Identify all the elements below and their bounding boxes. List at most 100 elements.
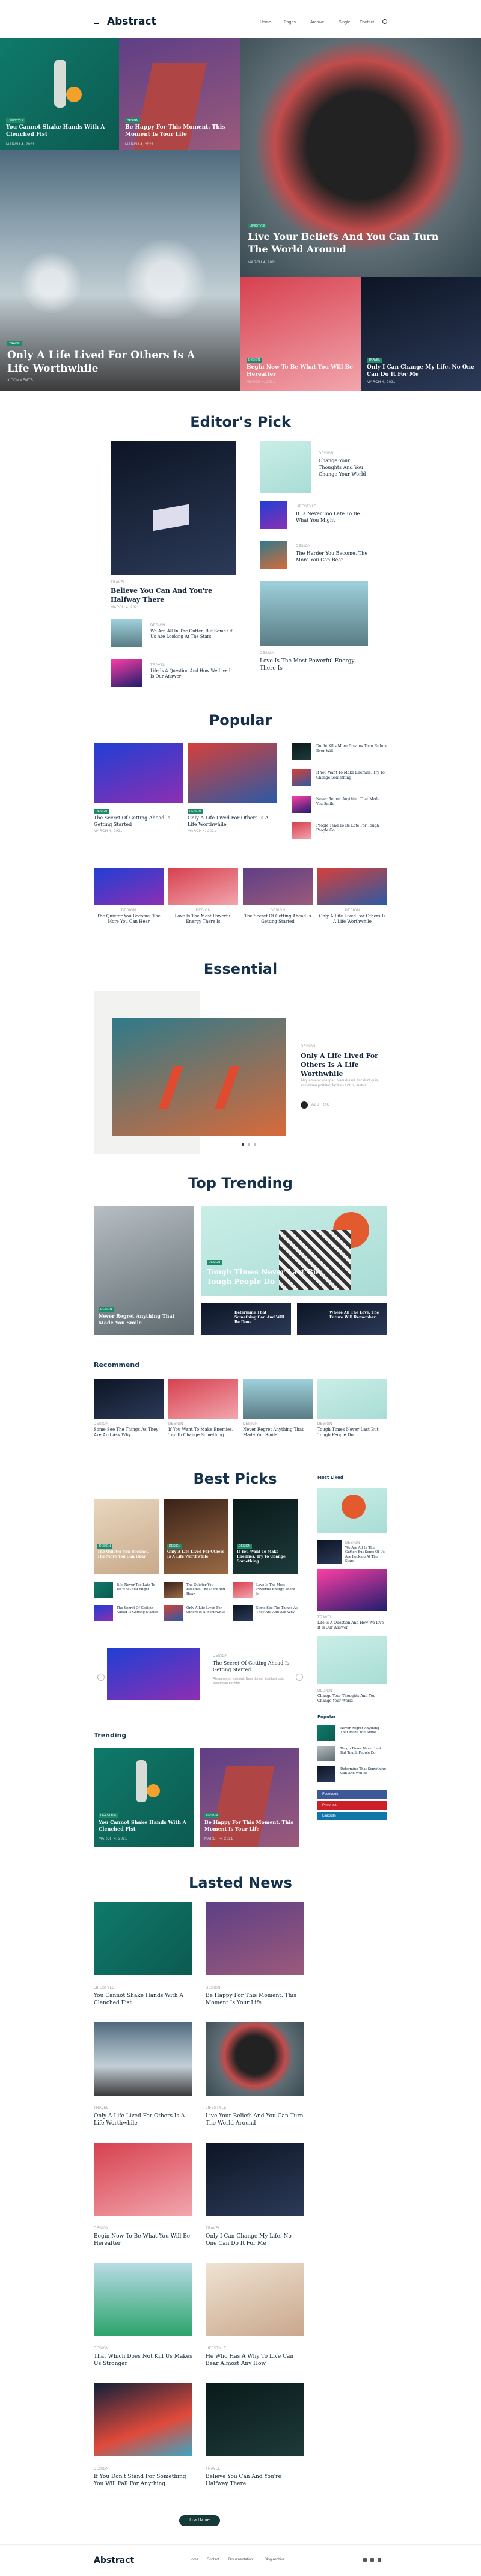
trending-0-cat[interactable]: LIFESTYLE [99,1813,118,1818]
latest-9-image[interactable] [206,2383,304,2456]
slider-dot-2[interactable] [248,1143,250,1146]
popular-big-0-title[interactable]: The Secret Of Getting Ahead Is Getting S… [94,815,183,828]
essential-author[interactable]: ABSTRACT [311,1103,332,1107]
recommend-3-cat[interactable]: DESIGN [317,1422,332,1426]
editors-right-1-cat[interactable]: LIFESTYLE [296,505,316,509]
latest-5-title[interactable]: Only I Can Change My Life. No One Can Do… [206,2233,304,2247]
sidebar-popular-0-title[interactable]: Never Regret Anything That Made You Smil… [340,1727,387,1736]
recommend-1-image[interactable] [168,1379,238,1419]
hero-tm-title[interactable]: Be Happy For This Moment. This Moment Is… [125,124,233,138]
trending-1-cat[interactable]: DESIGN [204,1813,220,1818]
recommend-0-image[interactable] [94,1379,164,1419]
editors-right-1-image[interactable] [260,501,287,529]
footer-link-contact[interactable]: Contact [207,2558,219,2562]
toptrend-small-0-title[interactable]: Determine That Something Can And Will Be… [234,1311,286,1325]
bestpicks-small-3-title[interactable]: The Secret Of Getting Ahead Is Getting S… [117,1606,159,1615]
hero-right-title[interactable]: Live Your Beliefs And You Can Turn The W… [248,231,446,256]
footer-logo[interactable]: Abstract [94,2556,134,2565]
bestpicks-small-2-title[interactable]: Love Is The Most Powerful Energy There I… [256,1583,298,1597]
essential-title[interactable]: Only A Life Lived For Others Is A Life W… [301,1052,385,1079]
popular-side-3-title[interactable]: People Tend To Be Late For Tough People … [316,824,387,833]
popular-row-0-title[interactable]: The Quieter You Become, The More You Can… [94,914,164,925]
editors-right-2-image[interactable] [260,541,287,569]
popular-side-0-image[interactable] [292,743,311,760]
popular-row-1-cat[interactable]: DESIGN [168,909,238,913]
menu-icon[interactable] [94,20,99,24]
hero-big-title[interactable]: Only A Life Lived For Others Is A Life W… [7,349,212,375]
bestpicks-slider-cat[interactable]: DESIGN [213,1654,228,1658]
sidebar-recent-2-title[interactable]: Change Your Thoughts And You Change Your… [317,1694,387,1704]
popular-row-0-cat[interactable]: DESIGN [94,909,164,913]
latest-6-title[interactable]: That Which Does Not Kill Us Makes Us Str… [94,2353,192,2367]
latest-1-image[interactable] [206,1902,304,1975]
sidebar-recent-1-title[interactable]: Life Is A Question And How We Live It Is… [317,1621,387,1630]
footer-link-docs[interactable]: Documentation [228,2558,253,2562]
hero-br1-title[interactable]: Begin Now To Be What You Will Be Hereaft… [247,364,355,378]
latest-4-title[interactable]: Begin Now To Be What You Will Be Hereaft… [94,2233,192,2247]
latest-8-title[interactable]: If You Don't Stand For Something You Wil… [94,2473,192,2488]
footer-link-blog[interactable]: Blog Archive [265,2558,284,2562]
toptrend-left-cat[interactable]: DESIGN [99,1307,114,1312]
nav-home[interactable]: Home [260,20,271,25]
recommend-2-cat[interactable]: DESIGN [243,1422,258,1426]
latest-2-cat[interactable]: TRAVEL [94,2106,109,2110]
latest-3-image[interactable] [206,2022,304,2096]
bestpicks-small-0-image[interactable] [94,1582,113,1598]
latest-0-title[interactable]: You Cannot Shake Hands With A Clenched F… [94,1992,192,2007]
recommend-3-image[interactable] [317,1379,387,1419]
latest-2-image[interactable] [94,2022,192,2096]
facebook-icon[interactable] [363,2558,367,2562]
popular-row-1-image[interactable] [168,868,238,905]
popular-row-2-image[interactable] [243,868,313,905]
editors-main-cat[interactable]: TRAVEL [111,581,126,584]
popular-big-0-image[interactable] [94,743,183,803]
sidebar-recent-image-main[interactable] [317,1488,387,1533]
social-linkedin[interactable]: LinkedIn [317,1812,387,1820]
hero-br2-title[interactable]: Only I Can Change My Life. No One Can Do… [367,364,475,378]
bestpicks-slider-prev[interactable] [97,1674,105,1681]
nav-contact[interactable]: Contact [360,20,374,25]
sidebar-popular-2-image[interactable] [317,1766,335,1782]
editors-left-1-image[interactable] [111,659,142,687]
editors-right-0-image[interactable] [260,441,311,493]
sidebar-recent-2-image[interactable] [317,1636,387,1684]
twitter-icon[interactable] [370,2558,374,2562]
editors-left-0-image[interactable] [111,619,142,647]
bestpicks-small-4-image[interactable] [164,1605,183,1621]
hero-right-cat[interactable]: LIFESTYLE [248,224,268,228]
popular-big-0-cat[interactable]: DESIGN [94,809,109,814]
popular-row-2-cat[interactable]: DESIGN [243,909,313,913]
bestpicks-small-1-title[interactable]: The Quieter You Become, The More You Hea… [186,1583,228,1597]
latest-8-cat[interactable]: DESIGN [94,2467,109,2471]
latest-2-title[interactable]: Only A Life Lived For Others Is A Life W… [94,2113,192,2127]
bestpicks-big-0-image[interactable] [94,1499,159,1574]
popular-row-3-image[interactable] [317,868,387,905]
bestpicks-small-1-image[interactable] [164,1582,183,1598]
bestpicks-big-1-image[interactable] [164,1499,228,1574]
editors-left-0-cat[interactable]: DESIGN [150,624,165,628]
sidebar-recent-0-title[interactable]: We Are All In The Gutter, But Some Of Us… [345,1546,387,1564]
hero-tl-cat[interactable]: LIFESTYLE [6,118,26,123]
editors-left-0-title[interactable]: We Are All In The Gutter, But Some Of Us… [150,629,234,640]
latest-0-cat[interactable]: LIFESTYLE [94,1986,114,1990]
latest-8-image[interactable] [94,2383,192,2456]
bestpicks-big-1-title[interactable]: Only A Life Lived For Others Is A Life W… [167,1550,225,1559]
sidebar-recent-0-cat[interactable]: DESIGN [345,1541,360,1545]
popular-row-3-cat[interactable]: DESIGN [317,909,387,913]
bestpicks-small-3-image[interactable] [94,1605,113,1621]
hero-br2-cat[interactable]: TRAVEL [367,358,382,363]
essential-cat[interactable]: DESIGN [301,1045,316,1048]
bestpicks-slider-next[interactable] [296,1674,303,1681]
popular-side-1-image[interactable] [292,769,311,786]
nav-single[interactable]: Single [339,20,350,25]
toptrend-left-title[interactable]: Never Regret Anything That Made You Smil… [99,1313,189,1326]
nav-pages[interactable]: Pages [284,20,296,25]
latest-7-cat[interactable]: LIFESTYLE [206,2347,226,2351]
editors-right-0-title[interactable]: Change Your Thoughts And You Change Your… [319,458,369,477]
latest-4-cat[interactable]: DESIGN [94,2227,109,2230]
sidebar-popular-1-image[interactable] [317,1746,335,1761]
editors-bottom-cat[interactable]: DESIGN [260,652,275,655]
popular-big-1-title[interactable]: Only A Life Lived For Others Is A Life W… [188,815,277,828]
popular-row-3-title[interactable]: Only A Life Lived For Others Is A Life W… [317,914,387,925]
popular-big-1-cat[interactable]: DESIGN [188,809,203,814]
